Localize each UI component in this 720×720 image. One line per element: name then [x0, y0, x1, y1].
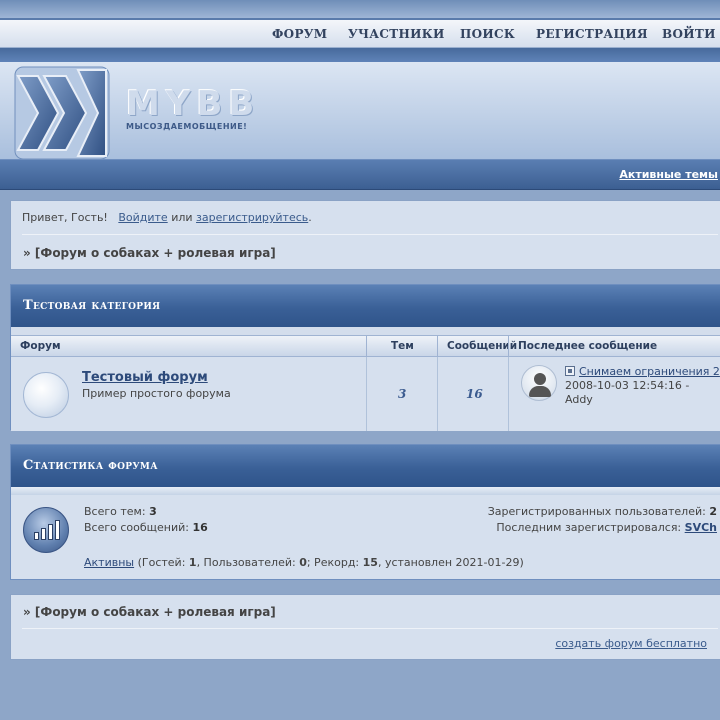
- col-forum: Форум: [20, 340, 61, 352]
- last-post-link[interactable]: Снимаем ограничения 2: [579, 365, 720, 378]
- mybb-logo-icon: [14, 66, 110, 160]
- forum-category: Тестовая категория Форум Тем Сообщений П…: [10, 284, 720, 431]
- last-registered: Последним зарегистрировался: SVCh: [496, 521, 717, 534]
- stats-header: Статистика форума: [11, 445, 720, 487]
- online-record-date: , установлен 2021-01-29): [377, 556, 524, 569]
- last-registered-label: Последним зарегистрировался:: [496, 521, 682, 534]
- col-separator: [437, 357, 438, 431]
- stats-subheader: [11, 487, 720, 495]
- create-forum-link[interactable]: создать форум бесплатно: [555, 637, 707, 650]
- online-guests-label: (Гостей:: [137, 556, 186, 569]
- avatar-head: [534, 373, 546, 385]
- forum-status-icon: [23, 372, 69, 418]
- online-record-label: ; Рекорд:: [306, 556, 360, 569]
- online-guests: 1: [188, 556, 197, 569]
- menu-strip: [0, 48, 720, 62]
- top-menu: ФОРУМ УЧАСТНИКИ ПОИСК РЕГИСТРАЦИЯ ВОЙТИ: [0, 20, 720, 48]
- logo-wordmark: MYBB: [126, 84, 261, 124]
- avatar-body: [529, 386, 551, 397]
- online-link[interactable]: Активны: [84, 556, 134, 569]
- registered-label: Зарегистрированных пользователей:: [487, 505, 706, 518]
- col-posts: Сообщений: [447, 340, 518, 352]
- register-link[interactable]: зарегистрируйтесь: [196, 211, 308, 224]
- sub-navbar: Активные темы: [0, 160, 720, 190]
- menu-members[interactable]: УЧАСТНИКИ: [348, 27, 445, 41]
- forum-description: Пример простого форума: [82, 387, 231, 400]
- chart-bar: [55, 520, 60, 540]
- total-posts: Всего сообщений: 16: [84, 521, 208, 534]
- chart-bar: [41, 528, 46, 540]
- menu-forum[interactable]: ФОРУМ: [272, 27, 327, 41]
- online-record: 15: [362, 556, 378, 569]
- login-link[interactable]: Войдите: [118, 211, 167, 224]
- divider: [22, 628, 718, 629]
- col-separator: [508, 336, 509, 358]
- welcome-period: .: [308, 211, 312, 224]
- col-separator: [366, 357, 367, 431]
- column-header-row: Форум Тем Сообщений Последнее сообщение: [11, 335, 720, 358]
- category-header: Тестовая категория: [11, 285, 720, 327]
- stats-title: Статистика форума: [23, 458, 158, 473]
- total-topics-value: 3: [149, 505, 157, 518]
- online-users-label: , Пользователей:: [196, 556, 296, 569]
- welcome-line: Привет, Гость! Войдите или зарегистрируй…: [22, 211, 312, 224]
- last-post-author: Addy: [565, 393, 593, 406]
- greeting: Привет, Гость!: [22, 211, 108, 224]
- col-topics: Тем: [391, 340, 414, 352]
- last-post-date: 2008-10-03 12:54:16 -: [565, 379, 690, 392]
- last-registered-user-link[interactable]: SVCh: [685, 521, 717, 534]
- col-separator: [366, 336, 367, 358]
- post-icon: [565, 366, 575, 376]
- forum-row: Тестовый форум Пример простого форума 3 …: [11, 357, 720, 431]
- forum-posts-count: 16: [466, 387, 483, 401]
- user-avatar-icon[interactable]: [521, 365, 557, 401]
- col-last-post: Последнее сообщение: [518, 340, 658, 352]
- menu-login[interactable]: ВОЙТИ: [662, 27, 716, 41]
- col-separator: [508, 357, 509, 431]
- active-topics-link[interactable]: Активные темы: [619, 168, 718, 181]
- forum-topics-count: 3: [398, 387, 407, 401]
- site-header: MYBB МЫСОЗДАЕМОБЩЕНИЕ!: [0, 62, 720, 160]
- stats-chart-icon: [23, 507, 69, 553]
- menu-search[interactable]: ПОИСК: [460, 27, 515, 41]
- breadcrumb[interactable]: » [Форум о собаках + ролевая игра]: [23, 246, 276, 260]
- footer-panel: » [Форум о собаках + ролевая игра] созда…: [10, 594, 720, 660]
- total-topics: Всего тем: 3: [84, 505, 157, 518]
- last-post-info: Снимаем ограничения 2 2008-10-03 12:54:1…: [565, 365, 720, 407]
- menu-register[interactable]: РЕГИСТРАЦИЯ: [536, 27, 648, 41]
- total-topics-label: Всего тем:: [84, 505, 146, 518]
- footer-breadcrumb[interactable]: » [Форум о собаках + ролевая игра]: [23, 605, 276, 619]
- total-posts-label: Всего сообщений:: [84, 521, 189, 534]
- welcome-panel: Привет, Гость! Войдите или зарегистрируй…: [10, 200, 720, 270]
- category-title: Тестовая категория: [23, 298, 161, 313]
- registered-users: Зарегистрированных пользователей: 2: [488, 505, 717, 518]
- or-text: или: [171, 211, 193, 224]
- total-posts-value: 16: [192, 521, 208, 534]
- registered-value: 2: [709, 505, 717, 518]
- online-stats: Активны (Гостей: 1, Пользователей: 0; Ре…: [84, 556, 524, 569]
- chart-bar: [34, 532, 39, 540]
- logo-slogan: МЫСОЗДАЕМОБЩЕНИЕ!: [126, 122, 248, 131]
- forum-statistics: Статистика форума Всего тем: 3 Всего соо…: [10, 444, 720, 580]
- online-users: 0: [299, 556, 307, 569]
- forum-title-link[interactable]: Тестовый форум: [82, 370, 208, 385]
- divider: [22, 234, 718, 235]
- col-separator: [437, 336, 438, 358]
- chart-bar: [48, 524, 53, 540]
- top-strip: [0, 0, 720, 20]
